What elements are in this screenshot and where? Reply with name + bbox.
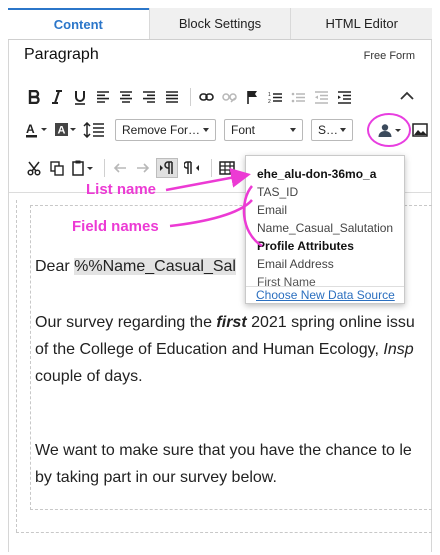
image-icon[interactable]	[412, 123, 428, 142]
list-name-item[interactable]: ehe_alu-don-36mo_a	[257, 167, 376, 181]
unlink-icon[interactable]	[219, 87, 239, 107]
align-justify-icon[interactable]	[162, 87, 182, 107]
emphasis-text: first	[216, 314, 247, 331]
align-left-icon[interactable]	[93, 87, 113, 107]
divider	[190, 88, 191, 106]
align-center-icon[interactable]	[116, 87, 136, 107]
toolbar-row-editing	[24, 157, 240, 179]
paragraph-1-line-3: couple of days.	[35, 368, 143, 385]
paste-icon[interactable]	[70, 158, 96, 178]
profile-attributes-header: Profile Attributes	[257, 239, 354, 253]
rtl-paragraph-icon[interactable]	[181, 158, 203, 178]
highlight-circle	[367, 113, 411, 147]
profile-field-email-address[interactable]: Email Address	[257, 257, 334, 271]
merge-field-token[interactable]: %%Name_Casual_Sal	[74, 258, 236, 275]
field-item-tas-id[interactable]: TAS_ID	[257, 185, 298, 199]
cut-icon[interactable]	[24, 158, 44, 178]
chevron-down-icon	[203, 128, 209, 132]
size-select[interactable]: S…	[311, 119, 353, 141]
text-run: 2021 spring online issu	[246, 314, 415, 331]
block-outline-bottom	[16, 532, 432, 533]
tab-bar: Content Block Settings HTML Editor	[8, 8, 433, 40]
font-select[interactable]: Font	[224, 119, 303, 141]
line-height-icon[interactable]	[82, 120, 106, 140]
toolbar-row-formatting: 12	[24, 86, 357, 108]
svg-text:2: 2	[268, 99, 271, 104]
copy-icon[interactable]	[47, 158, 67, 178]
table-icon[interactable]	[217, 158, 237, 178]
italic-icon[interactable]	[47, 87, 67, 107]
font-label: Font	[231, 123, 256, 137]
redo-icon[interactable]	[133, 158, 153, 178]
svg-text:A: A	[58, 125, 66, 137]
choose-data-source-link[interactable]: Choose New Data Source	[256, 288, 395, 302]
undo-icon[interactable]	[110, 158, 130, 178]
divider	[211, 159, 212, 177]
list-name-annotation: List name	[86, 181, 157, 198]
text-run: Our survey regarding the	[35, 314, 217, 331]
field-item-email[interactable]: Email	[257, 203, 287, 217]
tab-html-editor[interactable]: HTML Editor	[290, 8, 433, 39]
bold-icon[interactable]	[24, 87, 44, 107]
tab-block-settings[interactable]: Block Settings	[148, 8, 291, 39]
paragraph-1-line-1: Our survey regarding the first 2021 spri…	[35, 309, 415, 336]
indent-icon[interactable]	[334, 87, 354, 107]
field-names-annotation: Field names	[72, 218, 159, 235]
bulleted-list-icon[interactable]	[288, 87, 308, 107]
ltr-paragraph-icon[interactable]	[156, 158, 178, 178]
tab-content[interactable]: Content	[8, 8, 149, 39]
remove-format-select[interactable]: Remove For…	[115, 119, 216, 141]
divider	[104, 159, 105, 177]
block-mode-label: Free Form	[363, 50, 415, 62]
ordered-list-icon[interactable]: 12	[265, 87, 285, 107]
size-label: S…	[318, 123, 339, 137]
text-color-icon[interactable]: A	[24, 120, 50, 140]
anchor-flag-icon[interactable]	[242, 87, 262, 107]
svg-text:1: 1	[268, 92, 271, 98]
paragraph-1-line-2: of the College of Education and Human Ec…	[35, 336, 414, 363]
link-icon[interactable]	[196, 87, 216, 107]
toolbar-row-styles: A A Remove For… Font S…	[24, 119, 361, 141]
background-color-icon[interactable]: A	[53, 120, 79, 140]
remove-format-label: Remove For…	[122, 123, 201, 137]
block-outline	[16, 200, 17, 532]
dropdown-footer: Choose New Data Source	[246, 286, 404, 303]
italic-text: Insp	[383, 341, 414, 358]
svg-text:A: A	[26, 122, 35, 136]
chevron-down-icon	[290, 128, 296, 132]
collapse-toolbar-icon[interactable]	[400, 88, 414, 106]
personalization-dropdown: ehe_alu-don-36mo_a TAS_ID Email Name_Cas…	[245, 155, 405, 304]
greeting-line: Dear %%Name_Casual_Sal	[35, 253, 236, 280]
text-run: of the College of Education and Human Ec…	[35, 341, 384, 358]
paragraph-2-line-2: by taking part in our survey below.	[35, 469, 277, 486]
outdent-icon[interactable]	[311, 87, 331, 107]
greeting-prefix: Dear	[35, 258, 75, 275]
align-right-icon[interactable]	[139, 87, 159, 107]
underline-icon[interactable]	[70, 87, 90, 107]
paragraph-2-line-1: We want to make sure that you have the c…	[35, 442, 412, 459]
chevron-down-icon	[340, 128, 346, 132]
field-item-name-casual-salutation[interactable]: Name_Casual_Salutation	[257, 221, 393, 235]
block-type-label: Paragraph	[24, 46, 99, 63]
